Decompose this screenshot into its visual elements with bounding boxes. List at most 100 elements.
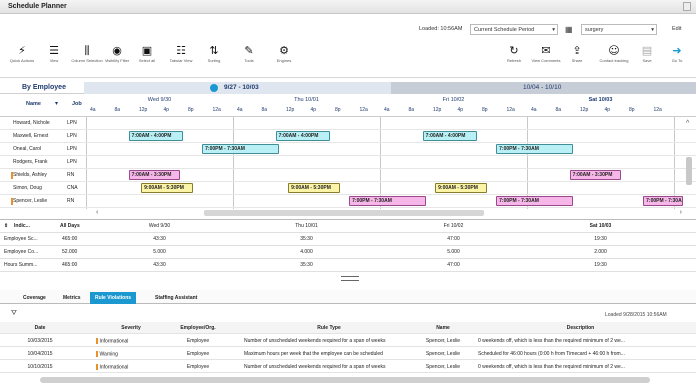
today-dot-icon (210, 84, 218, 92)
violation-rule: Maximum hours per week that the employee… (244, 351, 383, 357)
shift-block[interactable]: 7:00PM - 7:30AM (349, 196, 426, 206)
grid-horizontal-thumb[interactable] (204, 210, 484, 216)
violation-row[interactable]: 10/10/2015 Informational Employee Number of… (0, 361, 696, 373)
period-select[interactable]: Current Schedule Period ▾ (470, 24, 558, 35)
violation-row[interactable]: 10/03/2015 Informational Employee Number of… (0, 335, 696, 347)
hour-tick-label: 8a (261, 107, 268, 113)
employee-row[interactable]: Spencer, Leslie RN 7:00PM - 7:30AM 7:00PM -… (0, 195, 696, 208)
violation-rule: Number of unscheduled weekends required … (244, 364, 386, 370)
column-header[interactable]: Description (478, 325, 683, 331)
column-header[interactable]: Employee/Org. (158, 325, 238, 331)
expand-icon[interactable]: ⇕ (4, 223, 8, 229)
tabular-view-button[interactable]: ☷ Tabular View (164, 44, 198, 63)
employee-row[interactable]: Shields, Ashley RN 7:00AM - 3:30PM 7:00AM -… (0, 169, 696, 182)
employee-row[interactable]: Rodgers, Frank LPN (0, 156, 696, 169)
summary-row: Hours Summ... 465:00 43:30 35:30 47:00 19:30 (0, 259, 696, 272)
engine-icon: ⚙ (279, 44, 289, 57)
shift-block[interactable]: 9:00AM - 5:30PM (288, 183, 341, 193)
shift-block[interactable]: 7:00AM - 3:30PM (569, 170, 622, 180)
unit-select[interactable]: surgery ▾ (581, 24, 657, 35)
current-range-tab[interactable]: 9/27 - 10/03 (84, 82, 391, 94)
next-range-tab[interactable]: 10/04 - 10/10 (391, 82, 696, 94)
toolbar-label: Contact tracking (599, 58, 629, 63)
select-all-button[interactable]: ▣ Select all (130, 44, 164, 63)
sorting-button[interactable]: ⇅ Sorting (197, 44, 231, 63)
toolbar-label: Tools (244, 58, 254, 63)
job-column-header[interactable]: Job (72, 101, 82, 107)
employee-row[interactable]: Maxwell, Ernest LPN 7:00AM - 4:00PM 7:00AM … (0, 130, 696, 143)
violation-row[interactable]: 10/04/2015 Warning Employee Maximum hours p… (0, 348, 696, 360)
column-header[interactable]: Name (412, 325, 474, 331)
shift-block[interactable]: 9:00AM - 5:30PM (141, 183, 194, 193)
scroll-right-icon[interactable]: › (680, 209, 682, 216)
by-employee-label[interactable]: By Employee (22, 84, 66, 91)
contact-tracking-button[interactable]: ☺ Contact tracking (597, 44, 631, 63)
employee-job: LPN (67, 159, 77, 165)
wrench-icon: ✎ (244, 44, 254, 57)
select-all-icon: ▣ (141, 44, 153, 57)
shift-block[interactable]: 7:00AM - 4:00PM (422, 131, 477, 141)
severity-icon (96, 364, 98, 370)
shift-block[interactable]: 7:00AM - 4:00PM (128, 131, 183, 141)
tab-staffing-assistant[interactable]: Staffing Assistant (150, 292, 202, 304)
shift-block[interactable]: 7:00PM - 7:30AM (496, 196, 573, 206)
summary-row: Employee Sc... 465:00 43:30 35:30 47:00 19:30 (0, 233, 696, 246)
grid-scroll-up-icon[interactable]: ^ (686, 120, 689, 127)
refresh-button[interactable]: ↻ Refresh (497, 44, 531, 63)
summary-label: Employee Sc... (4, 236, 38, 242)
column-selection-button[interactable]: ⫼ Column Selection (70, 44, 104, 63)
edit-button[interactable]: Edit (672, 24, 681, 35)
day-header-label: Sat 10/03 (588, 97, 613, 103)
shift-block[interactable]: 9:00AM - 5:30PM (435, 183, 488, 193)
contact-tracking-icon: ☺ (608, 44, 620, 57)
view-comments-button[interactable]: ✉ View Comments (529, 44, 563, 63)
refresh-icon: ↻ (509, 44, 519, 57)
toolbar-label: Visibility Filter (104, 58, 130, 63)
employee-row[interactable]: Simon, Doug CNA 9:00AM - 5:30PM 9:00AM - 5:… (0, 182, 696, 195)
shift-block[interactable]: 7:00PM - 7:30AM (496, 144, 573, 154)
quick-actions-button[interactable]: ⚡ Quick Actions (5, 44, 39, 63)
splitter-handle[interactable] (341, 276, 359, 281)
summary-value: 43:30 (153, 262, 166, 268)
day-header: Name ▾ Job Wed 9/30 4a 8a 12p 4p 8p 12a Thu 10/… (0, 95, 696, 117)
grid-horizontal-scrollbar[interactable]: ‹ › (94, 209, 684, 217)
violations-scrollbar[interactable] (40, 377, 650, 383)
hour-tick-label: 12p (286, 107, 295, 113)
shift-block[interactable]: 7:00PM - 7:30AM (643, 196, 683, 206)
hour-tick-label: 8a (555, 107, 562, 113)
sort-down-icon[interactable]: ▾ (55, 100, 58, 107)
sort-icon: ⇅ (209, 44, 219, 57)
view-button[interactable]: ☰ View (37, 44, 71, 63)
name-column-header[interactable]: Name (26, 101, 41, 107)
visibility-filter-button[interactable]: ◉ Visibility Filter (100, 44, 134, 63)
indicator-header[interactable]: Indic... (14, 223, 30, 229)
column-header[interactable]: Severity (96, 325, 166, 331)
hour-tick-label: 8p (482, 107, 488, 113)
summary-row: Employee Co... 52.000 5.000 4.000 5.000 2.000 (0, 246, 696, 259)
scroll-left-icon[interactable]: ‹ (96, 209, 98, 216)
hour-tick-label: 4a (237, 107, 243, 113)
tab-rule-violations[interactable]: Rule Violations (90, 292, 137, 304)
tab-coverage[interactable]: Coverage (18, 292, 51, 304)
share-button[interactable]: ⇪ Share (560, 44, 594, 63)
employee-row[interactable]: Howard, Nichole LPN (0, 117, 696, 130)
calendar-icon[interactable]: ▦ (565, 24, 573, 35)
employee-row[interactable]: Oneal, Carol LPN 7:00PM - 7:30AM 7:00PM - 7… (0, 143, 696, 156)
tab-metrics[interactable]: Metrics (58, 292, 86, 304)
save-button[interactable]: ▤ Save (630, 44, 664, 63)
column-header[interactable]: Rule Type (244, 325, 414, 331)
shift-block[interactable]: 7:00AM - 4:00PM (275, 131, 330, 141)
engines-button[interactable]: ⚙ Engines (267, 44, 301, 63)
grid-vertical-scrollbar[interactable] (686, 157, 692, 185)
shift-block[interactable]: 7:00PM - 7:30AM (202, 144, 279, 154)
shift-block[interactable]: 7:00AM - 3:30PM (128, 170, 181, 180)
tools-button[interactable]: ✎ Tools (232, 44, 266, 63)
toolbar-label: Refresh (506, 58, 521, 63)
go-to-button[interactable]: ➜ Go To (660, 44, 694, 63)
employee-name: Simon, Doug (13, 185, 42, 191)
share-icon: ⇪ (572, 44, 582, 57)
column-header[interactable]: Date (10, 325, 70, 331)
window-scroll-icon[interactable] (683, 2, 691, 11)
bottom-tabs: Coverage Metrics Rule Violations Staffing A… (0, 290, 696, 304)
filter-icon[interactable]: ⛛ (11, 310, 17, 318)
